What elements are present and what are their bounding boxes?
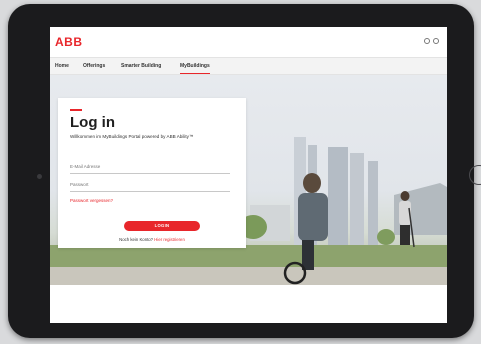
password-field[interactable]: Passwort (70, 182, 89, 187)
home-button[interactable] (469, 165, 481, 185)
grass (50, 245, 447, 267)
login-subtitle: Willkommen im MyBuildings Portal powered… (70, 134, 194, 139)
login-button[interactable]: LOGIN (124, 221, 200, 231)
register-prompt: Noch kein Konto? Hier registrieren (58, 237, 246, 242)
rider-head (400, 191, 410, 201)
tablet-screen: ABB Home Offerings Smarter Building MyBu… (50, 27, 447, 323)
forgot-password-link[interactable]: Passwort vergessen? (70, 198, 113, 203)
email-underline (70, 173, 230, 174)
nav-mybuildings[interactable]: MyBuildings (180, 63, 210, 74)
page-footer-area (50, 285, 447, 323)
header-icons (424, 38, 439, 44)
tree (377, 229, 395, 245)
abb-logo[interactable]: ABB (55, 35, 83, 49)
title-accent (70, 109, 82, 111)
user-icon[interactable] (424, 38, 430, 44)
email-field[interactable]: E-Mail Adresse (70, 164, 100, 169)
cyclist-head (303, 173, 321, 193)
tower (368, 161, 378, 245)
main-nav: Home Offerings Smarter Building MyBuildi… (50, 57, 447, 75)
tower (350, 153, 364, 245)
login-card: Log in Willkommen im MyBuildings Portal … (58, 98, 246, 248)
rider-legs (400, 225, 410, 245)
path (50, 267, 447, 285)
login-title: Log in (70, 114, 115, 131)
register-link[interactable]: Hier registrieren (154, 237, 185, 242)
nav-home[interactable]: Home (55, 63, 69, 69)
no-account-text: Noch kein Konto? (119, 237, 154, 242)
cyclist-body (298, 193, 328, 241)
nav-offerings[interactable]: Offerings (83, 63, 105, 69)
password-underline (70, 191, 230, 192)
top-bar: ABB (50, 27, 447, 57)
camera-dot (37, 174, 42, 179)
tower (328, 147, 348, 247)
cyclist-legs (302, 240, 314, 270)
globe-icon[interactable] (433, 38, 439, 44)
nav-smarter-building[interactable]: Smarter Building (121, 63, 161, 69)
